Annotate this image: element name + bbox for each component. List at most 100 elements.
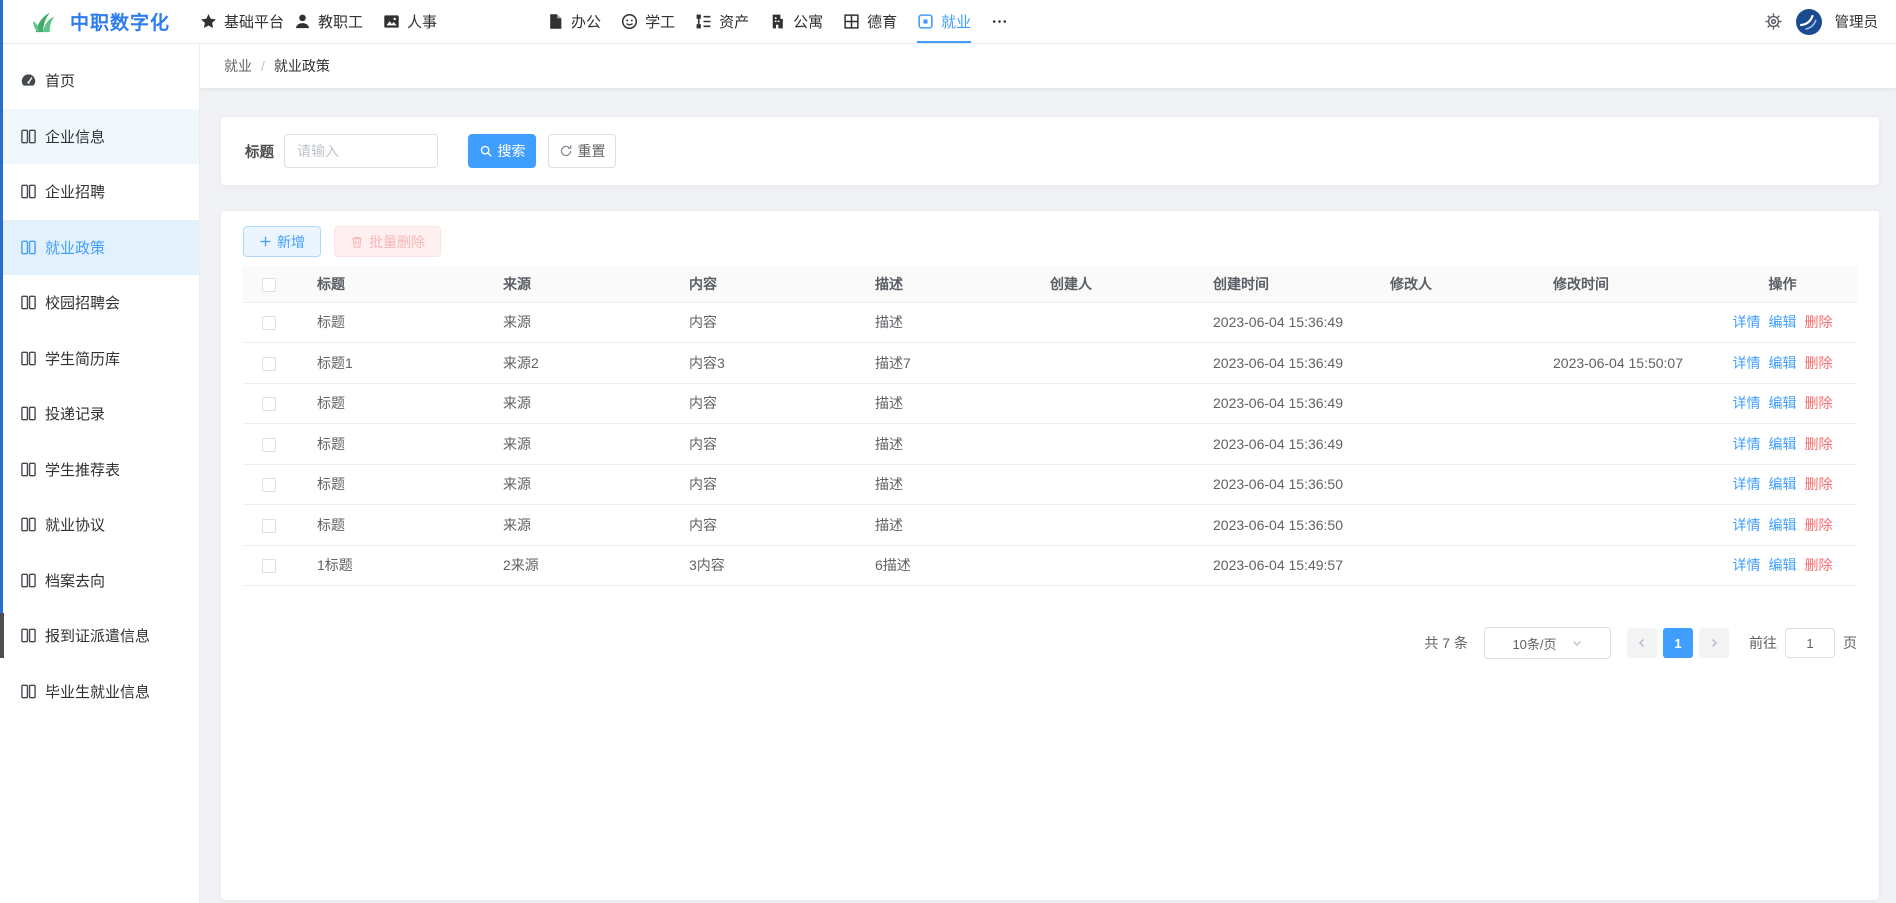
- batch-delete-button[interactable]: 批量删除: [334, 226, 441, 257]
- action-delete[interactable]: 删除: [1805, 395, 1833, 411]
- window-scrollbar-thumb[interactable]: [0, 613, 4, 658]
- cell-modify_time: [1531, 545, 1708, 586]
- row-checkbox[interactable]: [262, 478, 276, 492]
- cell-description: 描述: [853, 302, 1028, 343]
- action-edit[interactable]: 编辑: [1769, 436, 1797, 452]
- cell-source: 2来源: [481, 545, 667, 586]
- row-checkbox[interactable]: [262, 438, 276, 452]
- column-header-source: 来源: [481, 266, 667, 302]
- nav-item-4[interactable]: 办公: [547, 0, 601, 43]
- column-header-title: 标题: [295, 266, 481, 302]
- cell-creator: [1028, 424, 1191, 465]
- prev-page-button[interactable]: [1627, 628, 1657, 658]
- nav-item-1[interactable]: 基础平台: [200, 0, 284, 43]
- row-checkbox-cell: [243, 464, 295, 505]
- action-delete[interactable]: 删除: [1805, 557, 1833, 573]
- nav-item-5[interactable]: 学工: [621, 0, 675, 43]
- search-button[interactable]: 搜索: [468, 134, 536, 168]
- more-icon: [991, 13, 1008, 30]
- sidebar-item-label: 投递记录: [45, 403, 105, 424]
- logo-leaf-icon: [30, 10, 62, 34]
- goto-page-input[interactable]: [1785, 628, 1835, 658]
- cell-modify_time: [1531, 302, 1708, 343]
- cell-description: 6描述: [853, 545, 1028, 586]
- cell-source: 来源: [481, 424, 667, 465]
- select-all-checkbox[interactable]: [262, 278, 276, 292]
- reset-button[interactable]: 重置: [548, 134, 616, 168]
- sidebar-item-11[interactable]: 报到证派遣信息: [0, 608, 199, 664]
- nav-item-7[interactable]: 公寓: [769, 0, 823, 43]
- nav-item-6[interactable]: 资产: [695, 0, 749, 43]
- sidebar-item-label: 首页: [45, 70, 75, 91]
- action-detail[interactable]: 详情: [1733, 395, 1761, 411]
- nav-item-9[interactable]: 就业: [917, 0, 971, 43]
- action-edit[interactable]: 编辑: [1769, 314, 1797, 330]
- page-number-1[interactable]: 1: [1663, 628, 1693, 658]
- sidebar-item-label: 档案去向: [45, 570, 105, 591]
- action-edit[interactable]: 编辑: [1769, 395, 1797, 411]
- table-row: 标题来源内容描述2023-06-04 15:36:49详情编辑删除: [243, 383, 1857, 424]
- nav-item-3[interactable]: 人事: [383, 0, 437, 43]
- action-delete[interactable]: 删除: [1805, 314, 1833, 330]
- cell-title: 标题: [295, 464, 481, 505]
- action-detail[interactable]: 详情: [1733, 517, 1761, 533]
- chevron-left-icon: [1636, 637, 1648, 649]
- next-page-button[interactable]: [1699, 628, 1729, 658]
- action-delete[interactable]: 删除: [1805, 436, 1833, 452]
- nav-more-button[interactable]: [991, 0, 1008, 43]
- row-checkbox[interactable]: [262, 559, 276, 573]
- cell-creator: [1028, 464, 1191, 505]
- top-navbar: 中职数字化 基础平台教职工人事办公学工资产公寓德育就业 管理员: [0, 0, 1896, 44]
- user-name[interactable]: 管理员: [1835, 11, 1879, 32]
- action-detail[interactable]: 详情: [1733, 314, 1761, 330]
- breadcrumb-section[interactable]: 就业: [224, 56, 252, 76]
- action-detail[interactable]: 详情: [1733, 557, 1761, 573]
- action-delete[interactable]: 删除: [1805, 355, 1833, 371]
- reset-button-label: 重置: [578, 141, 606, 161]
- sidebar-item-9[interactable]: 就业协议: [0, 497, 199, 553]
- sidebar-item-3[interactable]: 企业招聘: [0, 164, 199, 220]
- sidebar-item-1[interactable]: 首页: [0, 53, 199, 109]
- nav-item-2[interactable]: 教职工: [294, 0, 363, 43]
- title-field-label: 标题: [245, 141, 274, 162]
- sidebar-item-10[interactable]: 档案去向: [0, 553, 199, 609]
- sidebar-item-7[interactable]: 投递记录: [0, 386, 199, 442]
- action-detail[interactable]: 详情: [1733, 436, 1761, 452]
- title-search-input[interactable]: [284, 134, 438, 168]
- nav-item-label: 基础平台: [224, 11, 284, 32]
- settings-gear-icon[interactable]: [1764, 12, 1783, 31]
- cell-create_time: 2023-06-04 15:36:49: [1191, 383, 1368, 424]
- action-edit[interactable]: 编辑: [1769, 517, 1797, 533]
- sidebar-item-5[interactable]: 校园招聘会: [0, 275, 199, 331]
- row-checkbox[interactable]: [262, 519, 276, 533]
- column-header-content: 内容: [667, 266, 853, 302]
- cell-title: 标题: [295, 383, 481, 424]
- action-edit[interactable]: 编辑: [1769, 476, 1797, 492]
- sidebar-item-4[interactable]: 就业政策: [0, 220, 199, 276]
- action-delete[interactable]: 删除: [1805, 517, 1833, 533]
- sidebar-item-2[interactable]: 企业信息: [0, 109, 199, 165]
- row-checkbox[interactable]: [262, 357, 276, 371]
- add-button[interactable]: 新增: [243, 226, 321, 257]
- cell-modifier: [1368, 545, 1531, 586]
- book-icon: [20, 294, 37, 311]
- sidebar-item-6[interactable]: 学生简历库: [0, 331, 199, 387]
- cell-creator: [1028, 545, 1191, 586]
- nav-item-8[interactable]: 德育: [843, 0, 897, 43]
- action-detail[interactable]: 详情: [1733, 476, 1761, 492]
- breadcrumb-current: 就业政策: [274, 56, 330, 76]
- add-button-label: 新增: [277, 232, 305, 252]
- action-edit[interactable]: 编辑: [1769, 355, 1797, 371]
- sidebar-item-8[interactable]: 学生推荐表: [0, 442, 199, 498]
- page-size-select[interactable]: 10条/页: [1484, 627, 1611, 659]
- row-actions: 详情编辑删除: [1708, 383, 1857, 424]
- action-detail[interactable]: 详情: [1733, 355, 1761, 371]
- cell-modify_time: [1531, 505, 1708, 546]
- action-delete[interactable]: 删除: [1805, 476, 1833, 492]
- row-checkbox[interactable]: [262, 397, 276, 411]
- row-checkbox[interactable]: [262, 316, 276, 330]
- cell-modify_time: [1531, 464, 1708, 505]
- sidebar-item-12[interactable]: 毕业生就业信息: [0, 664, 199, 720]
- avatar[interactable]: [1796, 9, 1822, 35]
- action-edit[interactable]: 编辑: [1769, 557, 1797, 573]
